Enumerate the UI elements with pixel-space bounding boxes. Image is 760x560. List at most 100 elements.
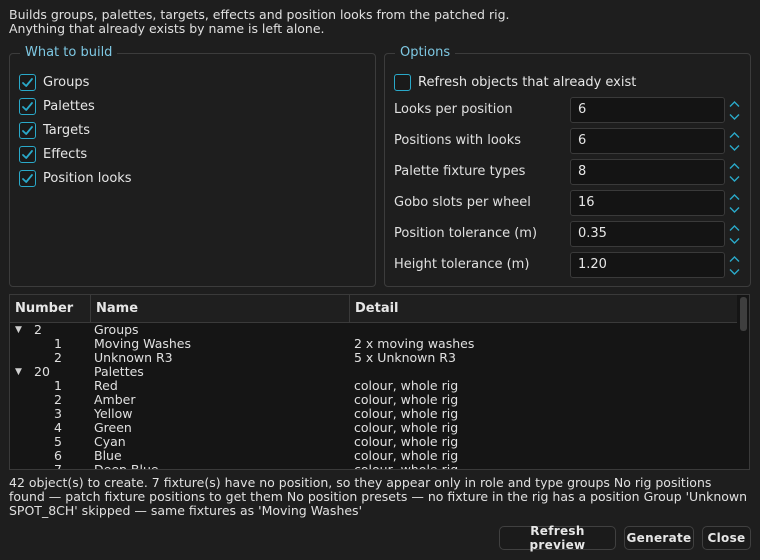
spin-up-icon[interactable] bbox=[727, 221, 742, 234]
close-button[interactable]: Close bbox=[702, 526, 751, 550]
row-name: Blue bbox=[94, 448, 122, 463]
option-label: Positions with looks bbox=[394, 133, 522, 148]
build-option-2[interactable]: Targets bbox=[19, 120, 90, 140]
checkbox-box[interactable] bbox=[19, 73, 36, 91]
option-spinbox[interactable]: 6 bbox=[570, 97, 742, 123]
refresh-existing-checkbox[interactable]: Refresh objects that already exist bbox=[394, 72, 636, 92]
table-row[interactable]: ▼ 20 Palettes bbox=[10, 365, 738, 379]
table-row[interactable]: 2 Amber colour, whole rig bbox=[10, 393, 738, 407]
row-name: Unknown R3 bbox=[94, 350, 173, 365]
intro-line-1: Builds groups, palettes, targets, effect… bbox=[9, 7, 510, 22]
table-row[interactable]: ▼ 2 Groups bbox=[10, 323, 738, 337]
options-legend: Options bbox=[395, 45, 456, 61]
spin-up-icon[interactable] bbox=[727, 190, 742, 203]
option-row: Positions with looks 6 bbox=[394, 128, 742, 154]
row-name: Groups bbox=[94, 322, 139, 337]
checkbox-box[interactable] bbox=[19, 97, 36, 115]
option-label: Height tolerance (m) bbox=[394, 257, 530, 272]
option-value-field[interactable]: 16 bbox=[570, 190, 725, 216]
spin-buttons[interactable] bbox=[727, 221, 742, 247]
build-option-0[interactable]: Groups bbox=[19, 72, 89, 92]
checkbox-box[interactable] bbox=[19, 169, 36, 187]
row-number: 2 bbox=[54, 392, 62, 407]
spin-down-icon[interactable] bbox=[727, 265, 742, 278]
build-option-1[interactable]: Palettes bbox=[19, 96, 95, 116]
row-detail: 2 x moving washes bbox=[354, 336, 475, 351]
option-value-field[interactable]: 1.20 bbox=[570, 252, 725, 278]
expand-arrow-icon[interactable]: ▼ bbox=[15, 323, 22, 337]
table-header: Number Name Detail bbox=[10, 295, 749, 323]
row-number: 2 bbox=[54, 350, 62, 365]
option-value-field[interactable]: 8 bbox=[570, 159, 725, 185]
scrollbar-thumb[interactable] bbox=[740, 297, 747, 331]
spin-down-icon[interactable] bbox=[727, 110, 742, 123]
table-scrollbar[interactable] bbox=[737, 295, 749, 469]
checkbox-box[interactable] bbox=[19, 145, 36, 163]
option-spinbox[interactable]: 16 bbox=[570, 190, 742, 216]
option-label: Gobo slots per wheel bbox=[394, 195, 531, 210]
status-text: 42 object(s) to create. 7 fixture(s) hav… bbox=[9, 475, 748, 518]
row-number: 5 bbox=[54, 434, 62, 449]
table-row[interactable]: 5 Cyan colour, whole rig bbox=[10, 435, 738, 449]
row-name: Yellow bbox=[94, 406, 133, 421]
table-row[interactable]: 4 Green colour, whole rig bbox=[10, 421, 738, 435]
row-detail: colour, whole rig bbox=[354, 448, 459, 463]
spin-down-icon[interactable] bbox=[727, 234, 742, 247]
row-detail: colour, whole rig bbox=[354, 392, 459, 407]
option-value-field[interactable]: 0.35 bbox=[570, 221, 725, 247]
spin-down-icon[interactable] bbox=[727, 141, 742, 154]
option-spinbox[interactable]: 1.20 bbox=[570, 252, 742, 278]
refresh-preview-button[interactable]: Refresh preview bbox=[499, 524, 616, 552]
checkmark-icon bbox=[22, 149, 33, 159]
column-header-number[interactable]: Number bbox=[10, 295, 91, 323]
spin-down-icon[interactable] bbox=[727, 203, 742, 216]
build-option-3[interactable]: Effects bbox=[19, 144, 87, 164]
option-value-field[interactable]: 6 bbox=[570, 97, 725, 123]
checkbox-box[interactable] bbox=[394, 73, 411, 91]
spin-buttons[interactable] bbox=[727, 128, 742, 154]
option-spinbox[interactable]: 8 bbox=[570, 159, 742, 185]
table-row[interactable]: 7 Deep Blue colour, whole rig bbox=[10, 463, 738, 470]
row-name: Deep Blue bbox=[94, 462, 159, 470]
row-number: 1 bbox=[54, 336, 62, 351]
build-option-label: Effects bbox=[43, 146, 88, 162]
table-row[interactable]: 3 Yellow colour, whole rig bbox=[10, 407, 738, 421]
table-row[interactable]: 1 Red colour, whole rig bbox=[10, 379, 738, 393]
column-header-detail[interactable]: Detail bbox=[350, 295, 738, 323]
intro-line-2: Anything that already exists by name is … bbox=[9, 21, 325, 36]
checkmark-icon bbox=[22, 125, 33, 135]
row-name: Red bbox=[94, 378, 118, 393]
spin-up-icon[interactable] bbox=[727, 97, 742, 110]
spin-up-icon[interactable] bbox=[727, 128, 742, 141]
option-spinbox[interactable]: 6 bbox=[570, 128, 742, 154]
spin-buttons[interactable] bbox=[727, 97, 742, 123]
option-label: Looks per position bbox=[394, 102, 513, 117]
row-name: Amber bbox=[94, 392, 136, 407]
table-row[interactable]: 1 Moving Washes 2 x moving washes bbox=[10, 337, 738, 351]
generate-button[interactable]: Generate bbox=[624, 526, 694, 550]
spin-buttons[interactable] bbox=[727, 159, 742, 185]
option-spinbox[interactable]: 0.35 bbox=[570, 221, 742, 247]
options-group: Options Refresh objects that already exi… bbox=[384, 45, 751, 287]
column-header-name[interactable]: Name bbox=[91, 295, 350, 323]
spin-buttons[interactable] bbox=[727, 252, 742, 278]
what-to-build-legend: What to build bbox=[20, 45, 118, 61]
spin-up-icon[interactable] bbox=[727, 159, 742, 172]
row-detail: colour, whole rig bbox=[354, 378, 459, 393]
expand-arrow-icon[interactable]: ▼ bbox=[15, 365, 22, 379]
row-name: Palettes bbox=[94, 364, 144, 379]
what-to-build-group: What to build Groups Palettes Targets Effec… bbox=[9, 45, 376, 287]
spin-down-icon[interactable] bbox=[727, 172, 742, 185]
build-option-4[interactable]: Position looks bbox=[19, 168, 132, 188]
spin-up-icon[interactable] bbox=[727, 252, 742, 265]
preview-table[interactable]: Number Name Detail ▼ 2 Groups 1 Moving Washe… bbox=[9, 294, 750, 470]
row-number: 1 bbox=[54, 378, 62, 393]
row-detail: 5 x Unknown R3 bbox=[354, 350, 456, 365]
option-value-field[interactable]: 6 bbox=[570, 128, 725, 154]
checkbox-box[interactable] bbox=[19, 121, 36, 139]
row-name: Green bbox=[94, 420, 132, 435]
table-row[interactable]: 2 Unknown R3 5 x Unknown R3 bbox=[10, 351, 738, 365]
spin-buttons[interactable] bbox=[727, 190, 742, 216]
table-row[interactable]: 6 Blue colour, whole rig bbox=[10, 449, 738, 463]
refresh-existing-label: Refresh objects that already exist bbox=[418, 74, 637, 90]
